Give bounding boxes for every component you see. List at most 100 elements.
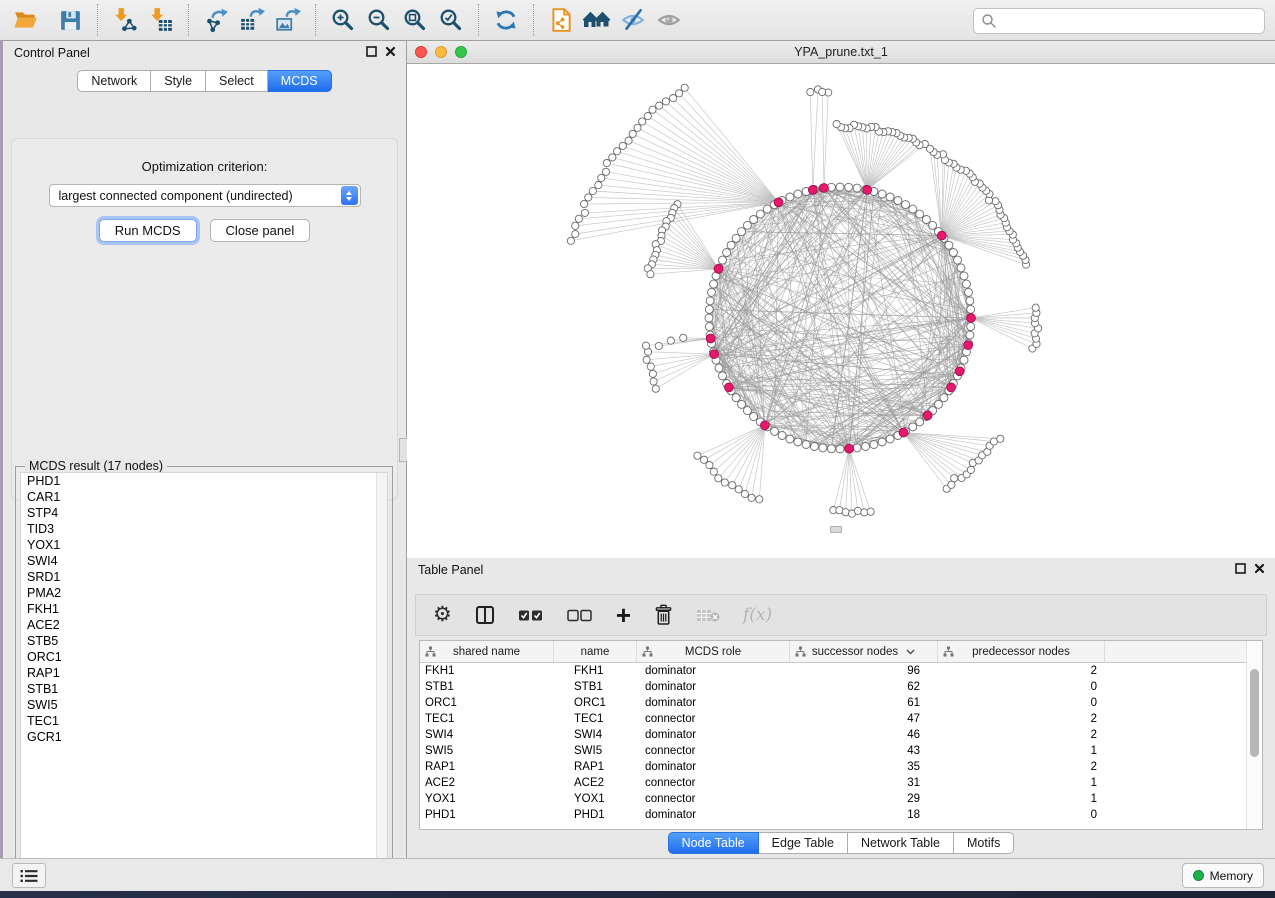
import-network-icon[interactable] [107, 3, 143, 37]
tab-select[interactable]: Select [206, 70, 268, 92]
table-settings-gear-icon[interactable]: ⚙ [433, 605, 452, 625]
horizontal-splitter-handle[interactable] [830, 526, 842, 533]
mcds-result-item[interactable]: SWI4 [21, 553, 387, 569]
close-panel-button[interactable]: Close panel [210, 219, 311, 242]
column-header-mcds-role[interactable]: MCDS role [637, 641, 790, 662]
criterion-dropdown[interactable]: largest connected component (undirected) [49, 184, 361, 207]
mcds-result-item[interactable]: STB1 [21, 681, 387, 697]
column-header-name[interactable]: name [554, 641, 637, 662]
search-input[interactable] [997, 11, 1264, 31]
cell: ACE2 [554, 777, 637, 789]
cell: 43 [790, 745, 938, 757]
cell: 29 [790, 793, 938, 805]
column-label: MCDS role [685, 646, 741, 658]
mcds-result-item[interactable]: CAR1 [21, 489, 387, 505]
import-table-icon[interactable] [143, 3, 179, 37]
network-canvas[interactable] [407, 64, 1275, 552]
column-header-predecessor-nodes[interactable]: predecessor nodes [938, 641, 1105, 662]
table-row-phd1[interactable]: PHD1PHD1dominator180 [420, 807, 1262, 823]
zoom-out-icon[interactable] [361, 3, 397, 37]
run-mcds-button[interactable]: Run MCDS [99, 219, 197, 242]
toggle-columns-icon[interactable] [475, 605, 495, 625]
cell: 46 [790, 729, 938, 741]
mcds-result-item[interactable]: SRD1 [21, 569, 387, 585]
tab-node-table[interactable]: Node Table [668, 832, 759, 854]
tab-style[interactable]: Style [151, 70, 206, 92]
column-header-successor-nodes[interactable]: successor nodes [790, 641, 938, 662]
share-document-icon[interactable] [543, 3, 579, 37]
export-image-icon[interactable] [270, 3, 306, 37]
add-column-plus-icon[interactable]: + [616, 605, 631, 625]
cell: 31 [790, 777, 938, 789]
close-window-icon[interactable] [415, 46, 427, 58]
mcds-result-item[interactable]: TID3 [21, 521, 387, 537]
zoom-fit-icon[interactable] [397, 3, 433, 37]
table-row-swi5[interactable]: SWI5SWI5connector431 [420, 743, 1262, 759]
table-scrollbar[interactable] [1246, 641, 1262, 829]
tab-mcds[interactable]: MCDS [268, 70, 332, 92]
mcds-result-item[interactable]: GCR1 [21, 729, 387, 745]
network-window-titlebar: YPA_prune.txt_1 [407, 41, 1275, 64]
tab-motifs[interactable]: Motifs [954, 832, 1014, 854]
cell: 35 [790, 761, 938, 773]
save-session-icon[interactable] [52, 3, 88, 37]
mcds-result-item[interactable]: YOX1 [21, 537, 387, 553]
refresh-view-icon[interactable] [488, 3, 524, 37]
show-tasks-list-button[interactable] [12, 863, 46, 888]
tab-network-table[interactable]: Network Table [848, 832, 954, 854]
close-panel-icon[interactable] [385, 46, 396, 57]
zoom-in-icon[interactable] [325, 3, 361, 37]
network-hub-node [955, 367, 964, 376]
network-hub-node [923, 411, 932, 420]
deselect-all-icon[interactable] [567, 609, 593, 622]
mcds-result-item[interactable]: PHD1 [21, 473, 387, 489]
zoom-selected-icon[interactable] [433, 3, 469, 37]
table-row-swi4[interactable]: SWI4SWI4dominator462 [420, 727, 1262, 743]
close-table-panel-icon[interactable] [1254, 563, 1265, 574]
mcds-result-list[interactable]: PHD1CAR1STP4TID3YOX1SWI4SRD1PMA2FKH1ACE2… [20, 472, 388, 876]
toolbar-search[interactable] [973, 8, 1265, 34]
tab-edge-table[interactable]: Edge Table [759, 832, 848, 854]
export-table-icon[interactable] [234, 3, 270, 37]
mcds-result-item[interactable]: SWI5 [21, 697, 387, 713]
node-table-header-row: shared name name MCDS role successor node… [420, 641, 1262, 663]
network-hub-node [947, 383, 956, 392]
tab-network[interactable]: Network [77, 70, 151, 92]
table-row-stb1[interactable]: STB1STB1dominator620 [420, 679, 1262, 695]
delete-column-trash-icon[interactable] [654, 604, 673, 626]
cell: STB1 [554, 681, 637, 693]
select-all-icon[interactable] [518, 609, 544, 622]
mcds-result-item[interactable]: RAP1 [21, 665, 387, 681]
column-header-shared-name[interactable]: shared name [420, 641, 554, 662]
network-hub-node [845, 444, 854, 453]
maximize-window-icon[interactable] [455, 46, 467, 58]
mcds-result-item[interactable]: STB5 [21, 633, 387, 649]
float-panel-icon[interactable] [366, 46, 377, 57]
vertical-splitter-handle[interactable] [399, 438, 407, 462]
mcds-result-item[interactable]: FKH1 [21, 601, 387, 617]
mcds-result-item[interactable]: ACE2 [21, 617, 387, 633]
table-row-ace2[interactable]: ACE2ACE2connector311 [420, 775, 1262, 791]
show-eye-icon[interactable] [651, 3, 687, 37]
table-row-yox1[interactable]: YOX1YOX1connector291 [420, 791, 1262, 807]
export-network-icon[interactable] [198, 3, 234, 37]
mcds-result-item[interactable]: PMA2 [21, 585, 387, 601]
mcds-result-item[interactable]: ORC1 [21, 649, 387, 665]
mcds-result-item[interactable]: TEC1 [21, 713, 387, 729]
memory-button[interactable]: Memory [1182, 863, 1264, 888]
float-table-panel-icon[interactable] [1235, 563, 1246, 574]
table-row-orc1[interactable]: ORC1ORC1dominator610 [420, 695, 1262, 711]
column-label: name [581, 646, 610, 658]
network-overview-houses-icon[interactable] [579, 3, 615, 37]
table-row-rap1[interactable]: RAP1RAP1dominator352 [420, 759, 1262, 775]
table-scrollbar-thumb[interactable] [1250, 669, 1259, 757]
open-session-icon[interactable] [8, 3, 44, 37]
table-toolbar: ⚙ + f(x) [415, 594, 1267, 636]
mcds-list-scrollbar[interactable] [376, 473, 387, 875]
mcds-result-item[interactable]: STP4 [21, 505, 387, 521]
table-row-tec1[interactable]: TEC1TEC1connector472 [420, 711, 1262, 727]
cell: dominator [637, 809, 790, 821]
table-row-fkh1[interactable]: FKH1FKH1dominator962 [420, 663, 1262, 679]
hide-panels-eye-slash-icon[interactable] [615, 3, 651, 37]
minimize-window-icon[interactable] [435, 46, 447, 58]
